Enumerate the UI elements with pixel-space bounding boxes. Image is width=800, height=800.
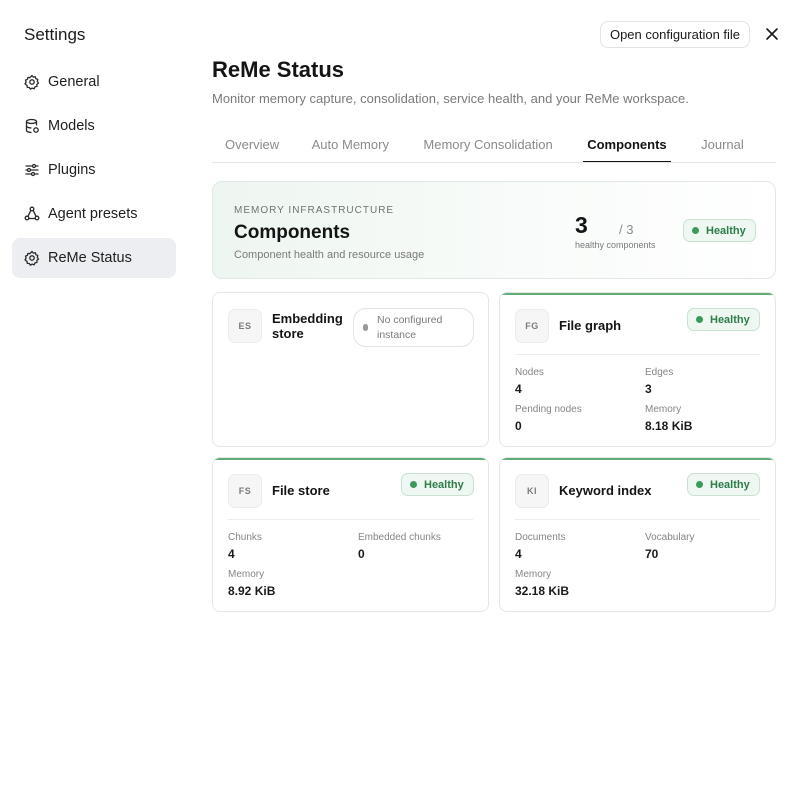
sidebar-item-models[interactable]: Models bbox=[12, 106, 176, 146]
metric-value: 4 bbox=[515, 547, 522, 561]
component-card-embedding-store: ES Embedding store No configured instanc… bbox=[212, 292, 489, 447]
status-dot-icon bbox=[410, 481, 417, 488]
avatar: ES bbox=[228, 309, 262, 343]
metric-label: Embedded chunks bbox=[358, 532, 441, 543]
sidebar-item-label: General bbox=[48, 74, 100, 90]
status-badge: Healthy bbox=[401, 473, 474, 496]
sidebar-title: Settings bbox=[24, 25, 86, 44]
metric-label: Documents bbox=[515, 532, 566, 543]
metric-label: Chunks bbox=[228, 532, 262, 543]
sidebar-item-general[interactable]: General bbox=[12, 62, 176, 102]
metric-label: Memory bbox=[228, 569, 265, 580]
metric-label: Memory bbox=[515, 569, 552, 580]
avatar: FS bbox=[228, 474, 262, 508]
sidebar-item-label: ReMe Status bbox=[48, 250, 132, 266]
metric-label: Vocabulary bbox=[645, 532, 695, 543]
status-dot-icon bbox=[696, 316, 703, 323]
component-card-file-graph: FG File graph Healthy Nodes 4 Edges 3 Pe… bbox=[499, 292, 776, 447]
sidebar-item-reme-status[interactable]: ReMe Status bbox=[12, 238, 176, 278]
divider bbox=[228, 519, 473, 520]
metric-label: Pending nodes bbox=[515, 404, 582, 415]
page-subtitle: Monitor memory capture, consolidation, s… bbox=[212, 91, 689, 106]
component-card-keyword-index: KI Keyword index Healthy Documents 4 Voc… bbox=[499, 457, 776, 612]
metric-value: 8.92 KiB bbox=[228, 584, 276, 598]
component-name: File graph bbox=[559, 318, 622, 333]
close-button[interactable] bbox=[762, 24, 782, 44]
avatar: KI bbox=[515, 474, 549, 508]
summary-eyebrow: MEMORY INFRASTRUCTURE bbox=[234, 205, 395, 216]
status-badge-label: Healthy bbox=[706, 224, 746, 237]
sidebar-item-label: Models bbox=[48, 118, 95, 134]
database-icon bbox=[24, 118, 40, 134]
total-count: / 3 bbox=[619, 222, 634, 237]
healthy-count: 3 bbox=[575, 212, 588, 238]
status-dot-icon bbox=[696, 481, 703, 488]
close-icon bbox=[765, 27, 779, 41]
gear-icon bbox=[24, 74, 40, 90]
divider bbox=[515, 354, 760, 355]
status-badge: No configured instance bbox=[353, 308, 474, 347]
tab-components[interactable]: Components bbox=[583, 128, 672, 162]
component-name: Embedding store bbox=[272, 311, 343, 341]
metric-label: Memory bbox=[645, 404, 682, 415]
share-nodes-icon bbox=[24, 206, 40, 222]
components-summary-card: MEMORY INFRASTRUCTURE Components Compone… bbox=[212, 181, 776, 279]
status-badge-label: Healthy bbox=[710, 478, 750, 491]
metric-value: 3 bbox=[645, 382, 652, 396]
status-dot-icon bbox=[363, 324, 368, 331]
summary-description: Component health and resource usage bbox=[234, 249, 425, 261]
status-badge-label: Healthy bbox=[710, 313, 750, 326]
avatar: FG bbox=[515, 309, 549, 343]
sliders-icon bbox=[24, 162, 40, 178]
metric-value: 70 bbox=[645, 547, 659, 561]
metric-value: 32.18 KiB bbox=[515, 584, 570, 598]
component-name: Keyword index bbox=[559, 483, 652, 498]
divider bbox=[515, 519, 760, 520]
metric-value: 4 bbox=[515, 382, 522, 396]
settings-window: Settings General Models Plugins Agent pr… bbox=[0, 0, 800, 800]
sidebar-item-plugins[interactable]: Plugins bbox=[12, 150, 176, 190]
status-badge: Healthy bbox=[687, 308, 760, 331]
sidebar-item-agent-presets[interactable]: Agent presets bbox=[12, 194, 176, 234]
sidebar: Settings General Models Plugins Agent pr… bbox=[0, 0, 188, 800]
status-badge: Healthy bbox=[683, 219, 756, 242]
healthy-count-label: healthy components bbox=[575, 240, 656, 250]
metric-label: Edges bbox=[645, 367, 674, 378]
tab-journal[interactable]: Journal bbox=[701, 128, 744, 162]
sidebar-item-label: Plugins bbox=[48, 162, 96, 178]
component-name: File store bbox=[272, 483, 330, 498]
status-badge-label: Healthy bbox=[424, 478, 464, 491]
tab-auto-memory[interactable]: Auto Memory bbox=[312, 128, 389, 162]
sidebar-item-label: Agent presets bbox=[48, 206, 138, 222]
status-badge-label: No configured instance bbox=[377, 313, 443, 341]
status-badge: Healthy bbox=[687, 473, 760, 496]
metric-value: 0 bbox=[515, 419, 522, 433]
summary-title: Components bbox=[234, 222, 351, 243]
metric-value: 0 bbox=[358, 547, 365, 561]
tab-overview[interactable]: Overview bbox=[225, 128, 279, 162]
sidebar-nav: General Models Plugins Agent presets ReM… bbox=[12, 62, 176, 282]
tab-memory-consolidation[interactable]: Memory Consolidation bbox=[423, 128, 552, 162]
gear-icon bbox=[24, 250, 40, 266]
open-config-button[interactable]: Open configuration file bbox=[600, 21, 750, 48]
tab-bar: Overview Auto Memory Memory Consolidatio… bbox=[212, 128, 776, 163]
metric-value: 8.18 KiB bbox=[645, 419, 693, 433]
metric-label: Nodes bbox=[515, 367, 544, 378]
metric-value: 4 bbox=[228, 547, 235, 561]
page-title: ReMe Status bbox=[212, 57, 345, 82]
status-dot-icon bbox=[692, 227, 699, 234]
component-card-file-store: FS File store Healthy Chunks 4 Embedded … bbox=[212, 457, 489, 612]
